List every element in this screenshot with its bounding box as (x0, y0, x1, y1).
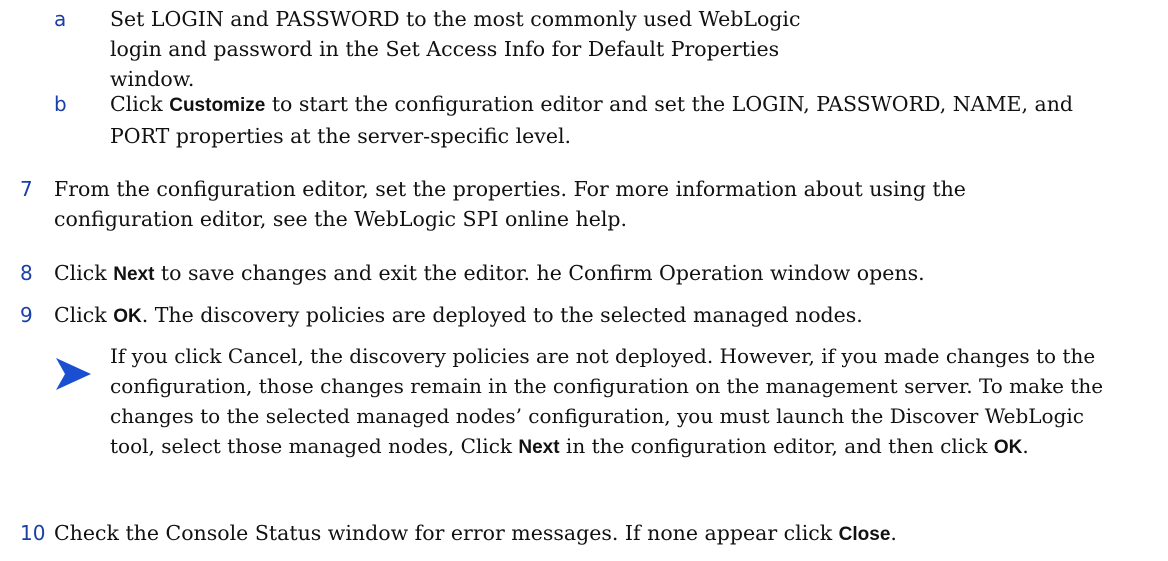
step-number: 8 (20, 261, 33, 285)
keyword-next: Next (113, 264, 155, 285)
keyword-next: Next (518, 437, 560, 458)
step-text: Click OK. The discovery policies are dep… (54, 303, 863, 327)
keyword-close: Close (838, 524, 891, 545)
substep-text: Click Customize to start the configurati… (110, 92, 1074, 148)
arrow-right-icon (56, 358, 91, 390)
substep-marker: b (54, 92, 67, 116)
step-text: From the configuration editor, set the p… (54, 177, 966, 231)
keyword-ok: OK (993, 437, 1023, 458)
substep-text: Set LOGIN and PASSWORD to the most commo… (110, 7, 801, 91)
substep-marker: a (54, 7, 67, 31)
step-text: Click Next to save changes and exit the … (54, 261, 925, 285)
keyword-ok: OK (113, 306, 142, 327)
step-number: 7 (20, 177, 33, 201)
note-text: If you click Cancel, the discovery polic… (110, 344, 1104, 458)
step-number: 10 (20, 521, 46, 545)
keyword-customize: Customize (169, 95, 266, 116)
step-number: 9 (20, 303, 33, 327)
step-text: Check the Console Status window for erro… (54, 521, 897, 545)
